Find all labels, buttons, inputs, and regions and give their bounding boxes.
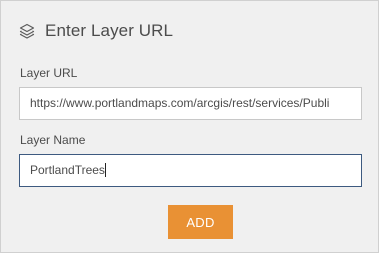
add-layer-panel: Enter Layer URL Layer URL https://www.po… [0,0,379,253]
layer-url-label: Layer URL [20,66,78,80]
layers-icon [18,22,36,40]
add-button[interactable]: ADD [168,205,233,239]
panel-title: Enter Layer URL [45,21,174,40]
layer-name-value: PortlandTrees [30,163,105,177]
text-caret [104,162,106,177]
panel-header: Enter Layer URL [18,19,173,43]
layer-url-input[interactable]: https://www.portlandmaps.com/arcgis/rest… [19,87,362,120]
layer-url-value: https://www.portlandmaps.com/arcgis/rest… [30,96,330,110]
layer-name-label: Layer Name [20,133,86,147]
layer-name-input[interactable]: PortlandTrees [19,154,362,187]
